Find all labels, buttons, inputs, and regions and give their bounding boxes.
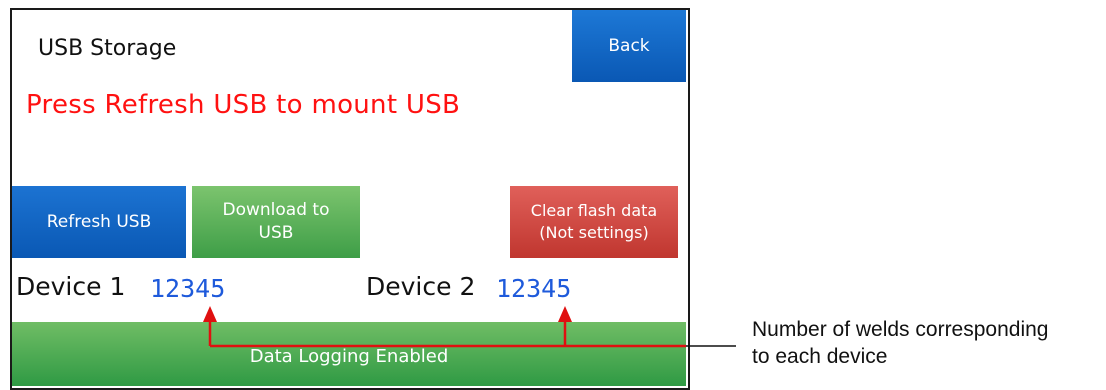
annotation-line-1: Number of welds corresponding <box>752 318 1049 341</box>
annotation-line-2: to each device <box>752 345 888 368</box>
callout-connector <box>208 320 686 348</box>
callout-arrowhead-device-1 <box>203 306 217 322</box>
callout-arrowhead-device-2 <box>558 306 572 322</box>
